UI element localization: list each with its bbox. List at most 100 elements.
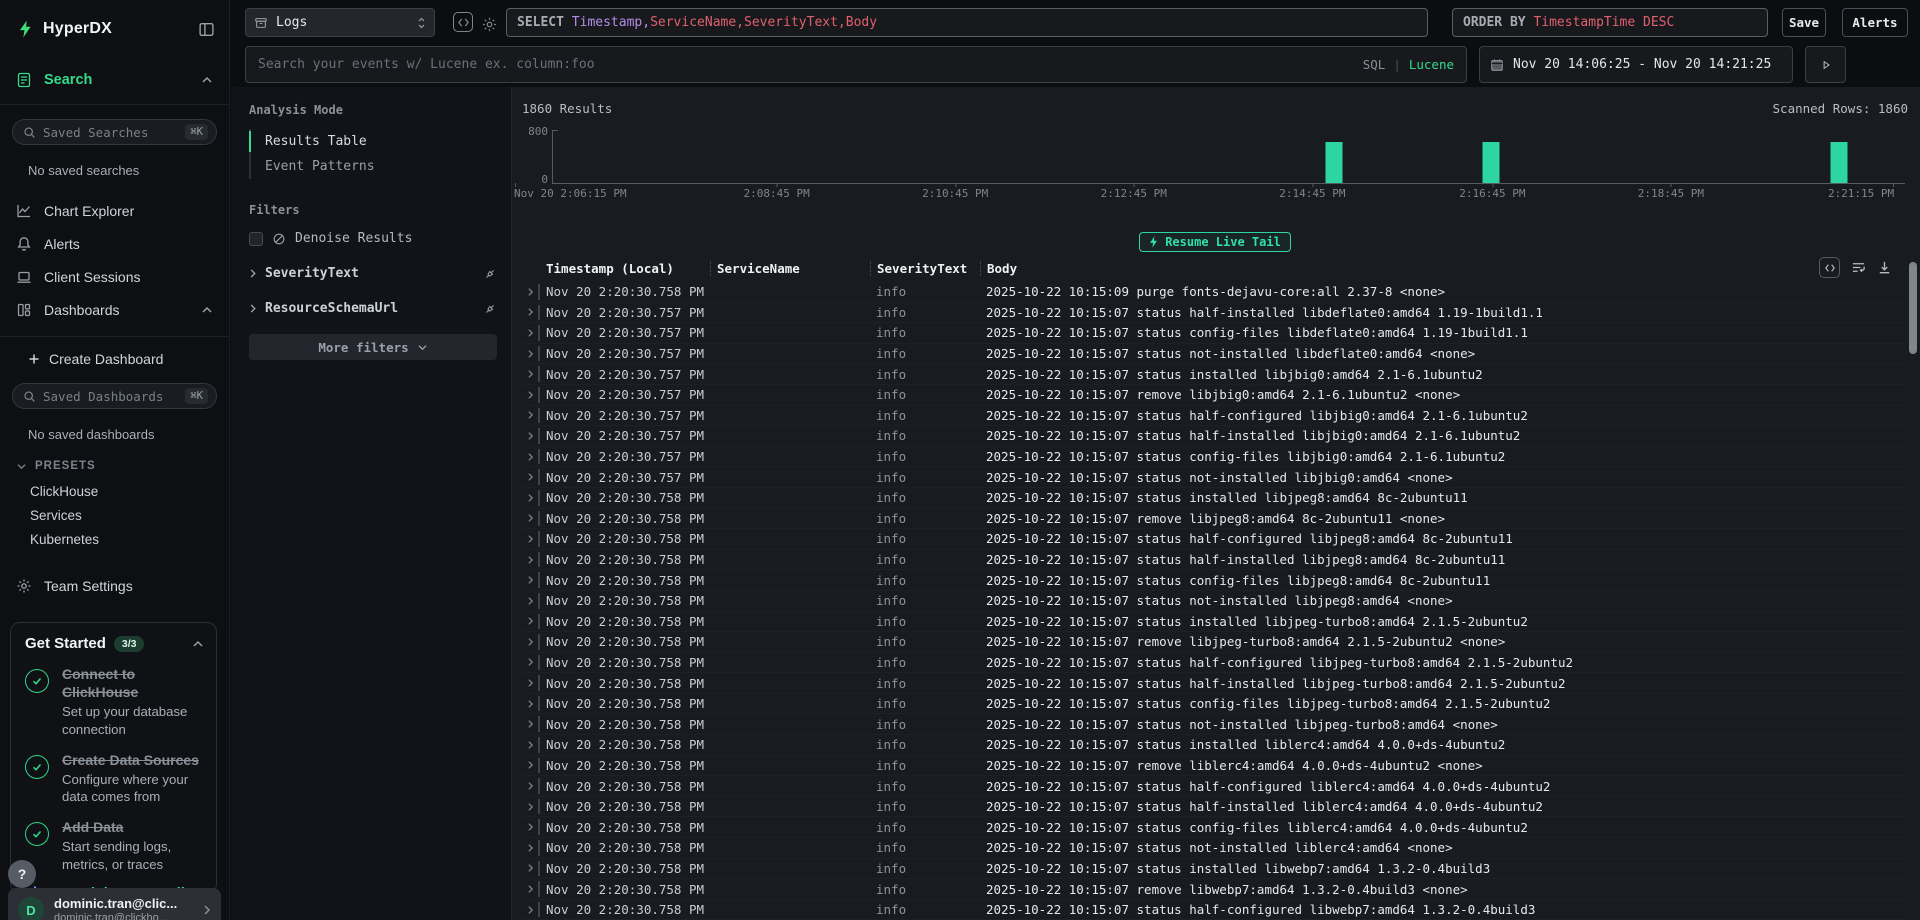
- column-header-timestamp[interactable]: Timestamp (Local): [540, 261, 710, 276]
- table-row[interactable]: Nov 20 2:20:30.757 PM info 2025-10-22 10…: [522, 406, 1908, 427]
- more-filters-button[interactable]: More filters: [249, 334, 497, 360]
- row-expand-chevron-icon[interactable]: [522, 760, 538, 770]
- table-row[interactable]: Nov 20 2:20:30.758 PM info 2025-10-22 10…: [522, 694, 1908, 715]
- chart-bar[interactable]: [1830, 142, 1847, 183]
- table-row[interactable]: Nov 20 2:20:30.757 PM info 2025-10-22 10…: [522, 447, 1908, 468]
- row-expand-chevron-icon[interactable]: [522, 843, 538, 853]
- preset-item[interactable]: Services: [0, 504, 229, 528]
- row-expand-chevron-icon[interactable]: [522, 493, 538, 503]
- pin-icon[interactable]: [483, 302, 497, 316]
- row-expand-chevron-icon[interactable]: [522, 534, 538, 544]
- sidebar-item-client-sessions[interactable]: Client Sessions: [0, 260, 229, 293]
- table-row[interactable]: Nov 20 2:20:30.758 PM info 2025-10-22 10…: [522, 488, 1908, 509]
- wrap-lines-icon[interactable]: [1851, 260, 1866, 275]
- create-dashboard-button[interactable]: Create Dashboard: [28, 351, 229, 367]
- row-expand-chevron-icon[interactable]: [522, 657, 538, 667]
- chart-bar[interactable]: [1326, 142, 1343, 183]
- language-toggle-lucene[interactable]: Lucene: [1409, 57, 1454, 72]
- mode-results-table[interactable]: Results Table: [251, 129, 497, 154]
- source-settings-gear-icon[interactable]: [481, 12, 498, 37]
- table-row[interactable]: Nov 20 2:20:30.758 PM info 2025-10-22 10…: [522, 591, 1908, 612]
- row-expand-chevron-icon[interactable]: [522, 369, 538, 379]
- preset-item[interactable]: ClickHouse: [0, 480, 229, 504]
- resume-live-tail-button[interactable]: Resume Live Tail: [1139, 232, 1291, 252]
- row-expand-chevron-icon[interactable]: [522, 307, 538, 317]
- help-button[interactable]: ?: [8, 860, 36, 888]
- save-button[interactable]: Save: [1782, 8, 1826, 37]
- language-toggle-sql[interactable]: SQL: [1363, 57, 1386, 72]
- table-row[interactable]: Nov 20 2:20:30.757 PM info 2025-10-22 10…: [522, 323, 1908, 344]
- table-row[interactable]: Nov 20 2:20:30.758 PM info 2025-10-22 10…: [522, 859, 1908, 880]
- source-selector[interactable]: Logs: [245, 8, 435, 37]
- denoise-results-toggle[interactable]: Denoise Results: [249, 231, 497, 246]
- chevron-up-icon[interactable]: [192, 640, 204, 648]
- presets-toggle[interactable]: PRESETS: [16, 460, 229, 472]
- row-expand-chevron-icon[interactable]: [522, 452, 538, 462]
- table-row[interactable]: Nov 20 2:20:30.758 PM info 2025-10-22 10…: [522, 838, 1908, 859]
- table-row[interactable]: Nov 20 2:20:30.758 PM info 2025-10-22 10…: [522, 714, 1908, 735]
- table-row[interactable]: Nov 20 2:20:30.758 PM info 2025-10-22 10…: [522, 900, 1908, 920]
- table-row[interactable]: Nov 20 2:20:30.757 PM info 2025-10-22 10…: [522, 467, 1908, 488]
- download-icon[interactable]: [1877, 260, 1892, 275]
- table-row[interactable]: Nov 20 2:20:30.758 PM info 2025-10-22 10…: [522, 509, 1908, 530]
- denoise-checkbox[interactable]: [249, 232, 263, 246]
- row-expand-chevron-icon[interactable]: [522, 822, 538, 832]
- table-row[interactable]: Nov 20 2:20:30.758 PM info 2025-10-22 10…: [522, 282, 1908, 303]
- pin-icon[interactable]: [483, 267, 497, 281]
- row-expand-chevron-icon[interactable]: [522, 431, 538, 441]
- sidebar-item-dashboards[interactable]: Dashboards: [0, 293, 229, 326]
- table-row[interactable]: Nov 20 2:20:30.758 PM info 2025-10-22 10…: [522, 756, 1908, 777]
- row-expand-chevron-icon[interactable]: [522, 678, 538, 688]
- user-menu[interactable]: D dominic.tran@clic... dominic.tran@clic…: [8, 888, 221, 920]
- saved-searches-input[interactable]: Saved Searches ⌘K: [12, 119, 217, 145]
- table-row[interactable]: Nov 20 2:20:30.758 PM info 2025-10-22 10…: [522, 735, 1908, 756]
- row-expand-chevron-icon[interactable]: [522, 884, 538, 894]
- select-columns-input[interactable]: SELECT Timestamp, ServiceName,SeverityTe…: [506, 8, 1428, 37]
- row-expand-chevron-icon[interactable]: [522, 410, 538, 420]
- table-row[interactable]: Nov 20 2:20:30.757 PM info 2025-10-22 10…: [522, 344, 1908, 365]
- order-by-input[interactable]: ORDER BY TimestampTime DESC: [1452, 8, 1768, 37]
- table-row[interactable]: Nov 20 2:20:30.757 PM info 2025-10-22 10…: [522, 364, 1908, 385]
- column-header-body[interactable]: Body: [980, 261, 1908, 276]
- row-expand-chevron-icon[interactable]: [522, 328, 538, 338]
- filter-group-resourceschemaurl[interactable]: ResourceSchemaUrl: [249, 301, 497, 316]
- table-row[interactable]: Nov 20 2:20:30.758 PM info 2025-10-22 10…: [522, 817, 1908, 838]
- preset-item[interactable]: Kubernetes: [0, 528, 229, 552]
- row-expand-chevron-icon[interactable]: [522, 740, 538, 750]
- get-started-item[interactable]: Connect to ClickHouse Set up your databa…: [25, 665, 204, 738]
- time-range-picker[interactable]: Nov 20 14:06:25 - Nov 20 14:21:25: [1479, 46, 1793, 83]
- row-expand-chevron-icon[interactable]: [522, 863, 538, 873]
- table-row[interactable]: Nov 20 2:20:30.758 PM info 2025-10-22 10…: [522, 653, 1908, 674]
- table-row[interactable]: Nov 20 2:20:30.758 PM info 2025-10-22 10…: [522, 797, 1908, 818]
- table-row[interactable]: Nov 20 2:20:30.757 PM info 2025-10-22 10…: [522, 303, 1908, 324]
- mode-event-patterns[interactable]: Event Patterns: [251, 154, 497, 179]
- row-expand-chevron-icon[interactable]: [522, 555, 538, 565]
- sidebar-item-alerts[interactable]: Alerts: [0, 227, 229, 260]
- table-row[interactable]: Nov 20 2:20:30.757 PM info 2025-10-22 10…: [522, 426, 1908, 447]
- sidebar-item-chart-explorer[interactable]: Chart Explorer: [0, 194, 229, 227]
- row-expand-chevron-icon[interactable]: [522, 781, 538, 791]
- row-expand-chevron-icon[interactable]: [522, 616, 538, 626]
- row-expand-chevron-icon[interactable]: [522, 905, 538, 915]
- column-config-icon[interactable]: [1819, 257, 1840, 278]
- sidebar-item-search[interactable]: Search: [16, 72, 213, 88]
- get-started-item[interactable]: Add Data Start sending logs, metrics, or…: [25, 818, 204, 873]
- search-input[interactable]: [258, 57, 1363, 72]
- table-row[interactable]: Nov 20 2:20:30.758 PM info 2025-10-22 10…: [522, 529, 1908, 550]
- edit-sql-icon[interactable]: [453, 12, 473, 32]
- row-expand-chevron-icon[interactable]: [522, 575, 538, 585]
- table-row[interactable]: Nov 20 2:20:30.758 PM info 2025-10-22 10…: [522, 632, 1908, 653]
- row-expand-chevron-icon[interactable]: [522, 719, 538, 729]
- filter-group-severitytext[interactable]: SeverityText: [249, 266, 497, 281]
- alerts-button[interactable]: Alerts: [1842, 8, 1908, 37]
- table-row[interactable]: Nov 20 2:20:30.758 PM info 2025-10-22 10…: [522, 879, 1908, 900]
- row-expand-chevron-icon[interactable]: [522, 287, 538, 297]
- row-expand-chevron-icon[interactable]: [522, 513, 538, 523]
- get-started-item[interactable]: Create Data Sources Configure where your…: [25, 751, 204, 806]
- table-row[interactable]: Nov 20 2:20:30.758 PM info 2025-10-22 10…: [522, 673, 1908, 694]
- column-header-servicename[interactable]: ServiceName: [710, 261, 870, 276]
- chart-bar[interactable]: [1483, 142, 1500, 183]
- row-expand-chevron-icon[interactable]: [522, 596, 538, 606]
- collapse-sidebar-icon[interactable]: [198, 21, 215, 38]
- row-expand-chevron-icon[interactable]: [522, 349, 538, 359]
